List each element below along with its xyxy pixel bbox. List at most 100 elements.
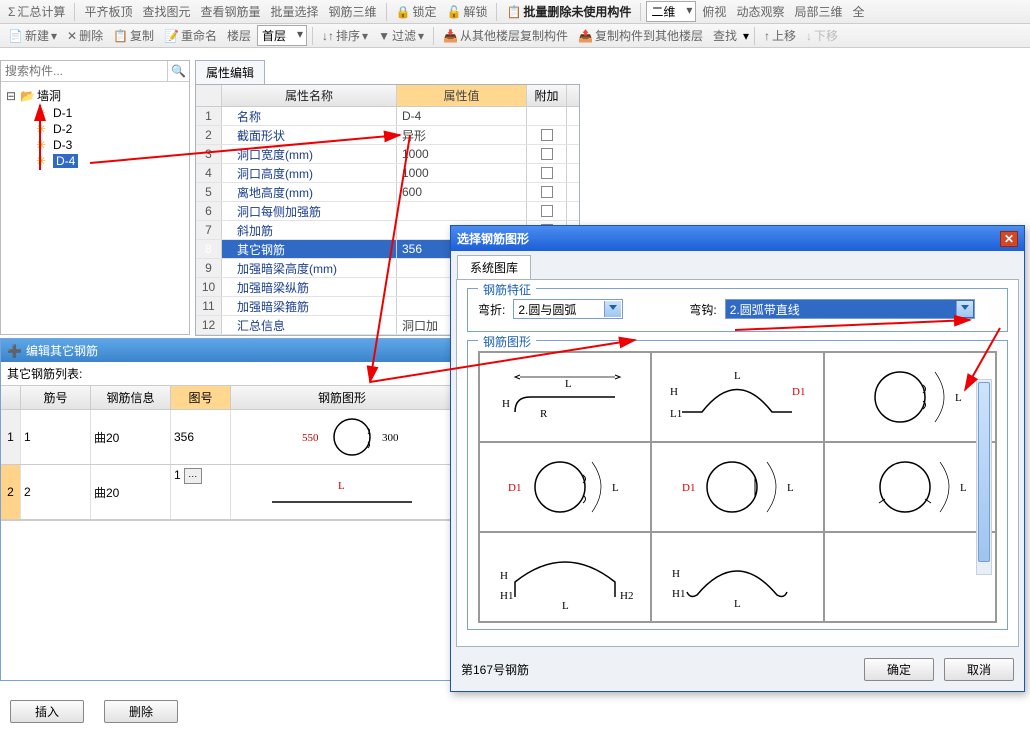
rebar-editor: ➕ 编辑其它钢筋 其它钢筋列表: 筋号 钢筋信息 图号 钢筋图形 1 1 曲20…: [0, 338, 455, 681]
shape-scrollbar[interactable]: [976, 379, 992, 575]
svg-text:H: H: [672, 568, 680, 580]
ok-button[interactable]: 确定: [864, 658, 934, 681]
collapse-icon[interactable]: ⊟: [5, 89, 17, 103]
copy-to-other-button[interactable]: 📤 复制构件到其他楼层: [574, 26, 707, 45]
rebar-info[interactable]: 曲20: [91, 465, 171, 519]
dynamic-observe-button[interactable]: 动态观察: [732, 2, 788, 21]
rebar-shape-group: 钢筋图形 LHRLHL1D1LD1LLD1LHH1LH2HH1L: [467, 340, 1008, 630]
property-value[interactable]: D-4: [397, 107, 527, 125]
property-add-checkbox[interactable]: [527, 202, 567, 220]
rebar-shape-cell[interactable]: 550 300: [231, 410, 454, 464]
rebar-3d-button[interactable]: 钢筋三维: [325, 2, 381, 21]
shape-option[interactable]: HH1LH2: [479, 532, 651, 622]
shape-option[interactable]: LHL1D1: [651, 352, 823, 442]
bend-combo[interactable]: 2.圆与圆弧: [513, 299, 623, 319]
batch-select-button[interactable]: 批量选择: [266, 2, 322, 21]
property-value[interactable]: 600: [397, 183, 527, 201]
unlock-button[interactable]: 🔓 解锁: [442, 2, 491, 21]
lock-button[interactable]: 🔒 锁定: [392, 2, 441, 21]
tree-item[interactable]: ✳ D-2: [3, 121, 187, 137]
tree-item-label: D-2: [53, 122, 72, 136]
shape-option[interactable]: D1L: [479, 442, 651, 532]
new-button[interactable]: 📄 新建 ▾: [4, 26, 61, 45]
rebar-id[interactable]: 2: [21, 465, 91, 519]
property-row[interactable]: 4 洞口高度(mm) 1000: [196, 164, 579, 183]
scroll-thumb[interactable]: [978, 382, 990, 562]
dim-left: 550: [302, 432, 319, 444]
browse-shape-button[interactable]: ⋯: [184, 468, 202, 484]
shape-option[interactable]: HH1L: [651, 532, 823, 622]
property-add-checkbox[interactable]: [527, 126, 567, 144]
view-rebar-button[interactable]: 查看钢筋量: [196, 2, 264, 21]
sigma-icon: Σ: [8, 5, 15, 19]
rebar-header-id: 筋号: [21, 386, 91, 409]
view-2d-dropdown[interactable]: 二维: [646, 1, 696, 22]
shape-option[interactable]: [824, 532, 996, 622]
property-value[interactable]: 1000: [397, 145, 527, 163]
rename-button[interactable]: 📝 重命名: [160, 26, 221, 45]
property-add-checkbox[interactable]: [527, 164, 567, 182]
search-button[interactable]: 🔍: [167, 61, 189, 81]
hook-combo[interactable]: 2.圆弧带直线: [725, 299, 975, 319]
delete-button[interactable]: 删除: [104, 700, 178, 723]
shape-option[interactable]: L: [824, 352, 996, 442]
tree-item[interactable]: ✳ D-3: [3, 137, 187, 153]
tree-item-label: D-3: [53, 138, 72, 152]
floor-dropdown[interactable]: 首层: [257, 25, 307, 46]
rebar-row[interactable]: 2 2 曲20 1 ⋯ L: [1, 465, 454, 520]
copy-button[interactable]: 📋 复制: [109, 26, 158, 45]
bottom-buttons: 插入 删除: [10, 700, 178, 723]
view-all-button[interactable]: 全: [848, 2, 868, 21]
svg-text:D1: D1: [792, 386, 805, 398]
move-up-button[interactable]: ↑ 上移: [760, 26, 800, 45]
perspective-button[interactable]: 俯视: [698, 2, 730, 21]
rebar-diagram[interactable]: 1 ⋯: [171, 465, 231, 519]
filter-button[interactable]: ▼ 过滤 ▾: [374, 26, 428, 45]
move-down-button[interactable]: ↓ 下移: [802, 26, 842, 45]
find-elem-button[interactable]: 查找图元: [138, 2, 194, 21]
property-value[interactable]: 1000: [397, 164, 527, 182]
copy-from-other-button[interactable]: 📥 从其他楼层复制构件: [439, 26, 572, 45]
property-row[interactable]: 6 洞口每侧加强筋: [196, 202, 579, 221]
insert-button[interactable]: 插入: [10, 700, 84, 723]
delete-button[interactable]: ✕ 删除: [63, 26, 107, 45]
property-row[interactable]: 3 洞口宽度(mm) 1000: [196, 145, 579, 164]
dialog-title-bar[interactable]: 选择钢筋图形 ✕: [451, 226, 1024, 251]
rebar-shape-cell[interactable]: L: [231, 465, 454, 519]
cancel-button[interactable]: 取消: [944, 658, 1014, 681]
rebar-diagram[interactable]: 356: [171, 410, 231, 464]
property-add-checkbox[interactable]: [527, 107, 567, 125]
property-value[interactable]: [397, 202, 527, 220]
property-row[interactable]: 1 名称 D-4: [196, 107, 579, 126]
property-add-checkbox[interactable]: [527, 183, 567, 201]
gear-icon: ✳: [36, 106, 50, 120]
property-row[interactable]: 5 离地高度(mm) 600: [196, 183, 579, 202]
property-add-checkbox[interactable]: [527, 145, 567, 163]
search-input[interactable]: [1, 61, 167, 81]
calc-button[interactable]: Σ 汇总计算: [4, 2, 69, 21]
svg-text:D1: D1: [682, 482, 695, 494]
local-3d-button[interactable]: 局部三维: [790, 2, 846, 21]
sort-button[interactable]: ↓↑ 排序 ▾: [318, 26, 372, 45]
find-button[interactable]: 查找: [709, 26, 741, 45]
tree-root[interactable]: ⊟ 📂 墙洞: [3, 86, 187, 105]
row-num: 1: [1, 410, 21, 464]
property-tab[interactable]: 属性编辑: [195, 60, 265, 84]
row-number: 2: [196, 126, 222, 144]
close-button[interactable]: ✕: [1000, 231, 1018, 247]
rebar-info[interactable]: 曲20: [91, 410, 171, 464]
property-value[interactable]: 异形: [397, 126, 527, 144]
shape-option[interactable]: L: [824, 442, 996, 532]
rebar-row[interactable]: 1 1 曲20 356 550 300: [1, 410, 454, 465]
shape-option[interactable]: LHR: [479, 352, 651, 442]
property-row[interactable]: 2 截面形状 异形: [196, 126, 579, 145]
batch-delete-unused-button[interactable]: 📋 批量删除未使用构件: [502, 2, 635, 21]
system-library-tab[interactable]: 系统图库: [457, 255, 531, 279]
tree-item[interactable]: ✳ D-1: [3, 105, 187, 121]
svg-text:D1: D1: [508, 482, 521, 494]
tree-item[interactable]: ✳ D-4: [3, 153, 187, 169]
row-number: 11: [196, 297, 222, 315]
shape-option[interactable]: LD1: [651, 442, 823, 532]
flatten-button[interactable]: 平齐板顶: [80, 2, 136, 21]
rebar-id[interactable]: 1: [21, 410, 91, 464]
